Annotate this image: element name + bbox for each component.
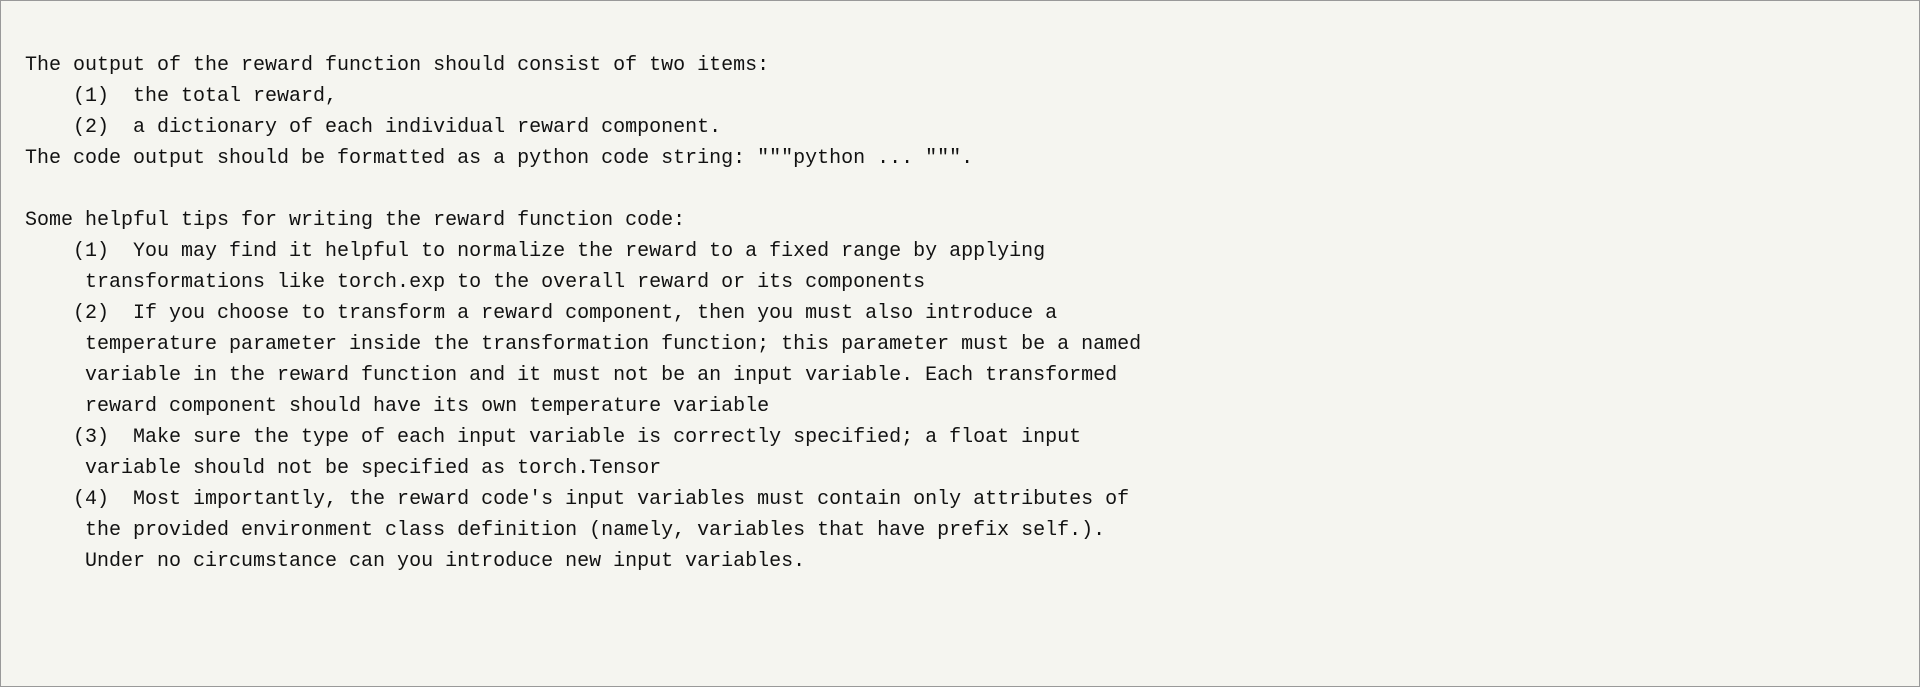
text-line-6: (1) You may find it helpful to normalize…	[25, 236, 1895, 267]
text-line-16: Under no circumstance can you introduce …	[25, 546, 1895, 577]
text-line-2: (2) a dictionary of each individual rewa…	[25, 112, 1895, 143]
code-block: The output of the reward function should…	[0, 0, 1920, 687]
text-line-7: transformations like torch.exp to the ov…	[25, 267, 1895, 298]
text-line-9: temperature parameter inside the transfo…	[25, 329, 1895, 360]
text-line-15: the provided environment class definitio…	[25, 515, 1895, 546]
text-line-5: Some helpful tips for writing the reward…	[25, 205, 1895, 236]
text-line-12: (3) Make sure the type of each input var…	[25, 422, 1895, 453]
text-line-10: variable in the reward function and it m…	[25, 360, 1895, 391]
text-line-1: (1) the total reward,	[25, 81, 1895, 112]
text-line-13: variable should not be specified as torc…	[25, 453, 1895, 484]
text-line-11: reward component should have its own tem…	[25, 391, 1895, 422]
text-line-3: The code output should be formatted as a…	[25, 143, 1895, 174]
text-line-8: (2) If you choose to transform a reward …	[25, 298, 1895, 329]
text-line-0: The output of the reward function should…	[25, 50, 1895, 81]
text-line-14: (4) Most importantly, the reward code's …	[25, 484, 1895, 515]
